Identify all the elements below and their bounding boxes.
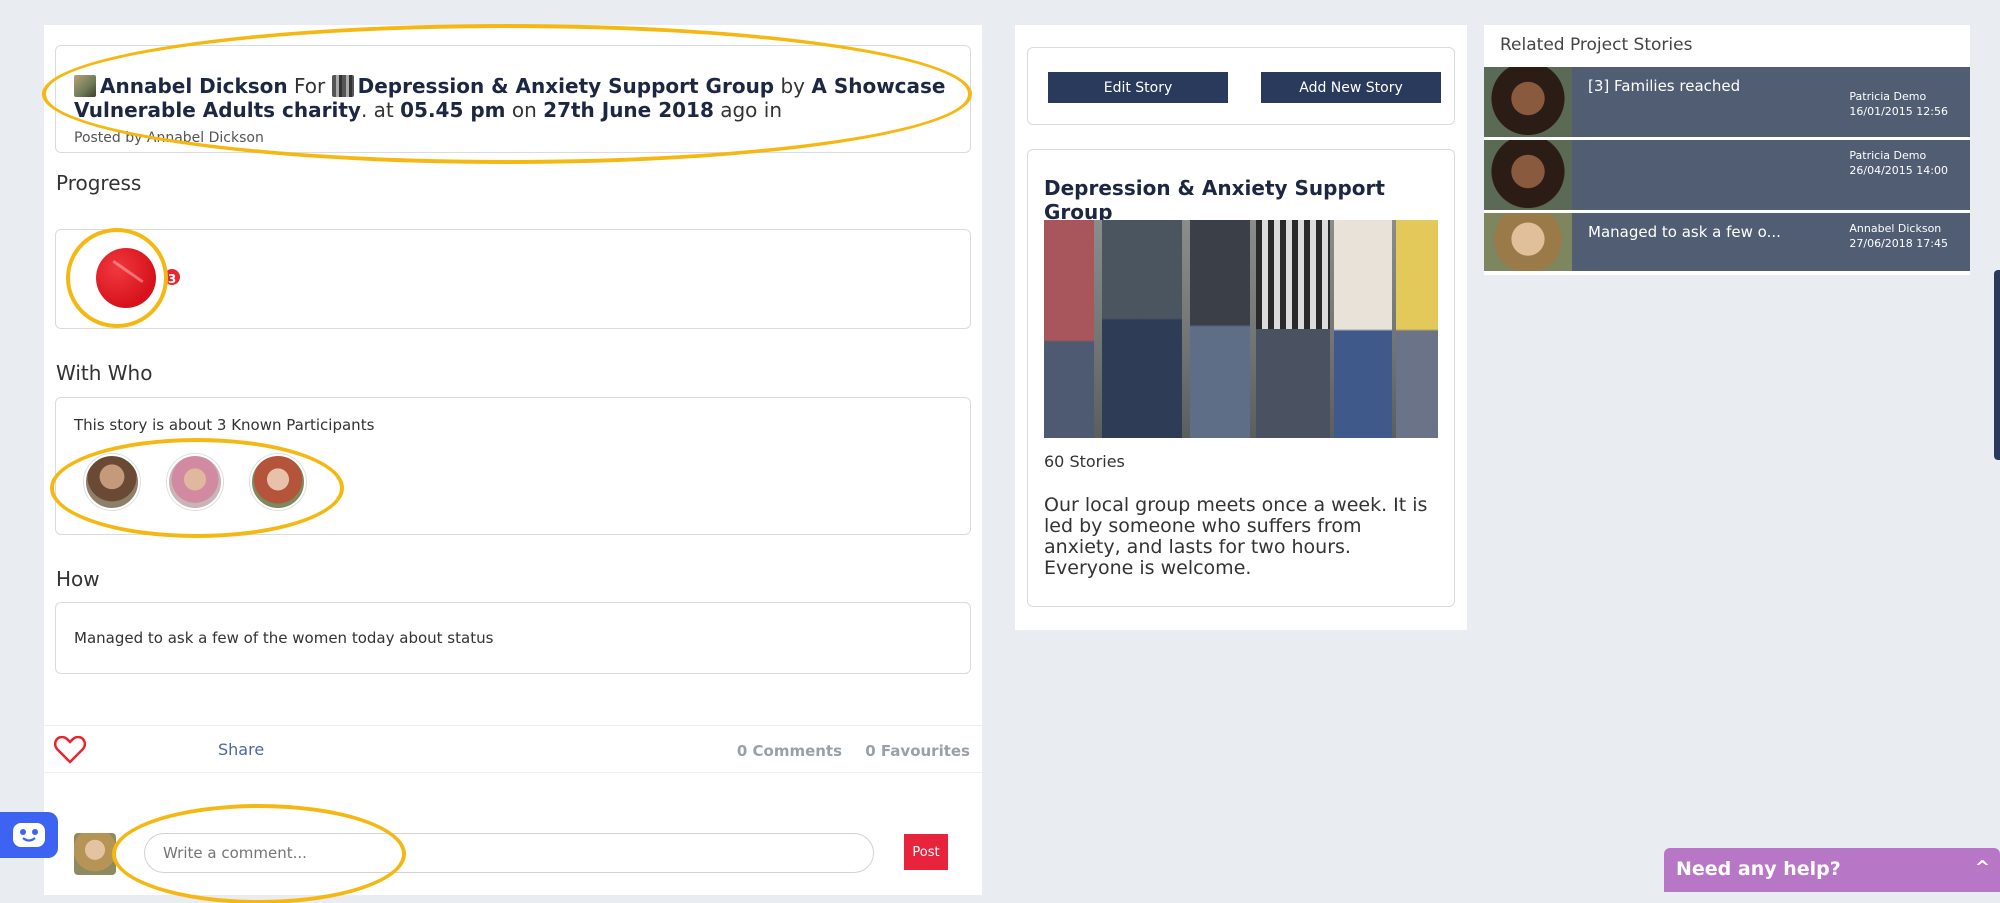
chat-bot-icon	[13, 823, 45, 847]
related-story-author: Annabel Dickson	[1849, 222, 1942, 235]
group-title[interactable]: Depression & Anxiety Support Group	[1044, 176, 1454, 224]
group-description: Our local group meets once a week. It is…	[1044, 494, 1428, 579]
stories-count: 60 Stories	[1044, 452, 1125, 471]
story-thumbnail	[1484, 67, 1572, 137]
help-bar[interactable]: Need any help? ^	[1664, 848, 2000, 892]
heart-icon[interactable]	[54, 736, 86, 764]
story-time: 05.45 pm	[400, 98, 506, 122]
related-stories-panel: Related Project Stories [3] Families rea…	[1484, 25, 1970, 275]
edit-story-button[interactable]: Edit Story	[1048, 72, 1228, 103]
story-counts: 0 Comments 0 Favourites	[719, 742, 970, 760]
action-bar: Share 0 Comments 0 Favourites	[44, 725, 982, 773]
by-label: by	[780, 74, 806, 98]
how-heading: How	[56, 567, 100, 591]
story-header-line: Annabel Dickson For Depression & Anxiety…	[74, 74, 952, 122]
related-story-row[interactable]: Managed to ask a few o... Annabel Dickso…	[1484, 213, 1970, 271]
related-story-row[interactable]: [3] Families reached Patricia Demo 16/01…	[1484, 67, 1970, 137]
related-story-meta: Annabel Dickson 27/06/2018 17:45	[1849, 221, 1948, 251]
chevron-up-icon[interactable]: ^	[1975, 857, 1990, 878]
related-story-author: Patricia Demo	[1849, 90, 1927, 103]
on-label: on	[511, 98, 537, 122]
group-image	[1044, 220, 1438, 438]
story-header-card: Annabel Dickson For Depression & Anxiety…	[55, 45, 971, 153]
share-link[interactable]: Share	[218, 740, 264, 759]
help-label: Need any help?	[1676, 858, 1841, 880]
progress-heading: Progress	[56, 171, 142, 195]
favourites-count[interactable]: 0 Favourites	[865, 742, 970, 760]
participant-avatar-2[interactable]	[167, 454, 223, 510]
related-story-author: Patricia Demo	[1849, 149, 1927, 162]
group-card: Depression & Anxiety Support Group 60 St…	[1027, 149, 1455, 607]
story-thumbnail	[1484, 213, 1572, 271]
story-panel: Annabel Dickson For Depression & Anxiety…	[44, 25, 982, 895]
related-story-datetime: 16/01/2015 12:56	[1849, 105, 1948, 118]
participant-avatar-3[interactable]	[250, 454, 306, 510]
progress-indicator-icon[interactable]	[96, 248, 156, 308]
related-story-meta: Patricia Demo 16/01/2015 12:56	[1849, 89, 1948, 119]
author-link[interactable]: Annabel Dickson	[100, 74, 288, 98]
comments-count[interactable]: 0 Comments	[737, 742, 842, 760]
comment-input[interactable]	[144, 833, 874, 873]
related-title: Related Project Stories	[1500, 35, 1693, 55]
with-who-heading: With Who	[56, 361, 153, 385]
participant-avatar-1[interactable]	[84, 454, 140, 510]
with-who-card: This story is about 3 Known Participants	[55, 397, 971, 535]
story-actions-card: Edit Story Add New Story	[1027, 47, 1455, 125]
add-new-story-button[interactable]: Add New Story	[1261, 72, 1441, 103]
commenter-avatar	[74, 833, 116, 875]
related-story-datetime: 27/06/2018 17:45	[1849, 237, 1948, 250]
ago-label: ago in	[720, 98, 782, 122]
side-edge-tab[interactable]	[1994, 270, 2000, 460]
group-thumbnail	[331, 75, 354, 97]
related-story-title: [3] Families reached	[1588, 77, 1741, 95]
how-text: Managed to ask a few of the women today …	[74, 629, 494, 647]
story-thumbnail	[1484, 140, 1572, 210]
post-button[interactable]: Post	[904, 834, 948, 870]
story-date: 27th June 2018	[543, 98, 714, 122]
group-link[interactable]: Depression & Anxiety Support Group	[358, 74, 775, 98]
at-label: . at	[360, 98, 394, 122]
participants-text: This story is about 3 Known Participants	[74, 416, 375, 434]
posted-by: Posted by Annabel Dickson	[74, 130, 264, 146]
related-story-datetime: 26/04/2015 14:00	[1849, 164, 1948, 177]
for-label: For	[294, 74, 326, 98]
author-thumbnail	[74, 75, 96, 97]
progress-card	[55, 229, 971, 329]
progress-badge: 3	[162, 267, 182, 287]
related-story-meta: Patricia Demo 26/04/2015 14:00	[1849, 148, 1948, 178]
related-story-title: Managed to ask a few o...	[1588, 223, 1781, 241]
chat-widget-button[interactable]	[0, 812, 58, 858]
how-card: Managed to ask a few of the women today …	[55, 602, 971, 674]
related-story-row[interactable]: Patricia Demo 26/04/2015 14:00	[1484, 140, 1970, 210]
group-panel: Edit Story Add New Story Depression & An…	[1015, 25, 1467, 630]
